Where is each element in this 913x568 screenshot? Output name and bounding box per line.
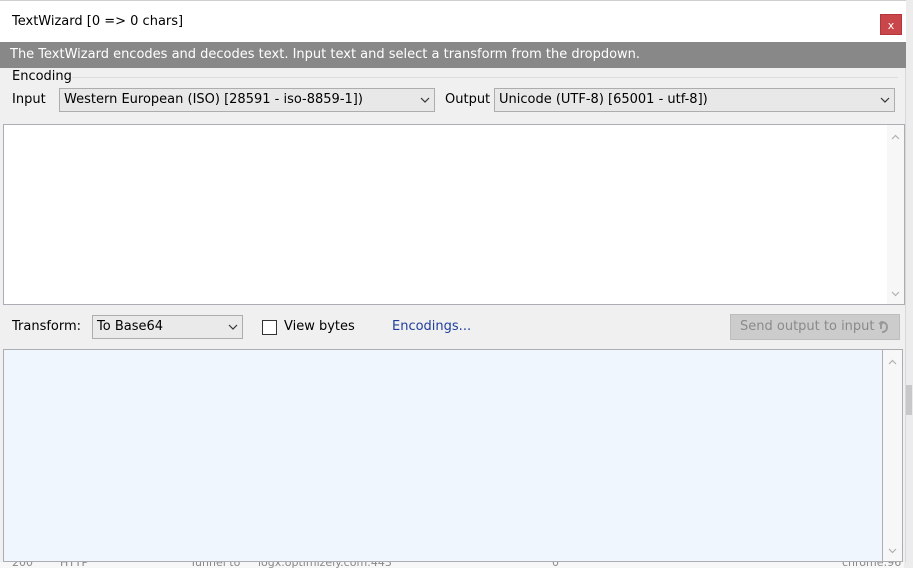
input-encoding-value: Western European (ISO) [28591 - iso-8859… [64,92,363,107]
close-button[interactable]: x [880,14,902,35]
info-banner: The TextWizard encodes and decodes text.… [0,42,906,68]
arrow-down-icon[interactable] [891,289,900,298]
arrow-up-icon[interactable] [891,133,900,142]
output-encoding-select[interactable]: Unicode (UTF-8) [65001 - utf-8]) [494,88,895,112]
input-textarea[interactable] [3,124,905,305]
output-encoding-label: Output [445,92,491,107]
transform-select[interactable]: To Base64 [92,315,243,339]
arrow-down-icon[interactable] [888,546,897,555]
input-scrollbar[interactable] [887,125,904,304]
arrow-up-icon[interactable] [888,358,897,367]
encoding-section-label: Encoding [12,69,72,84]
section-divider [72,77,898,78]
textwizard-window: TextWizard [0 => 0 chars] x The TextWiza… [0,0,906,562]
chevron-down-icon [228,324,238,330]
input-encoding-label: Input [12,92,46,107]
transform-value: To Base64 [97,319,164,334]
output-scrollbar[interactable] [883,349,903,562]
chevron-down-icon [880,97,890,103]
input-encoding-select[interactable]: Western European (ISO) [28591 - iso-8859… [59,88,435,112]
output-encoding-value: Unicode (UTF-8) [65001 - utf-8]) [499,92,708,107]
output-textarea[interactable] [3,349,883,562]
close-icon: x [887,19,895,32]
title-bar: TextWizard [0 => 0 chars] x [0,0,906,42]
window-title: TextWizard [0 => 0 chars] [12,14,184,29]
send-output-icon [878,320,889,333]
chevron-down-icon [420,97,430,103]
encodings-link[interactable]: Encodings... [392,319,471,334]
send-button-label: Send output to input [740,319,875,334]
view-bytes-label[interactable]: View bytes [284,319,355,334]
view-bytes-checkbox[interactable] [262,320,277,335]
transform-label: Transform: [12,319,82,334]
send-output-to-input-button[interactable]: Send output to input [730,314,900,340]
